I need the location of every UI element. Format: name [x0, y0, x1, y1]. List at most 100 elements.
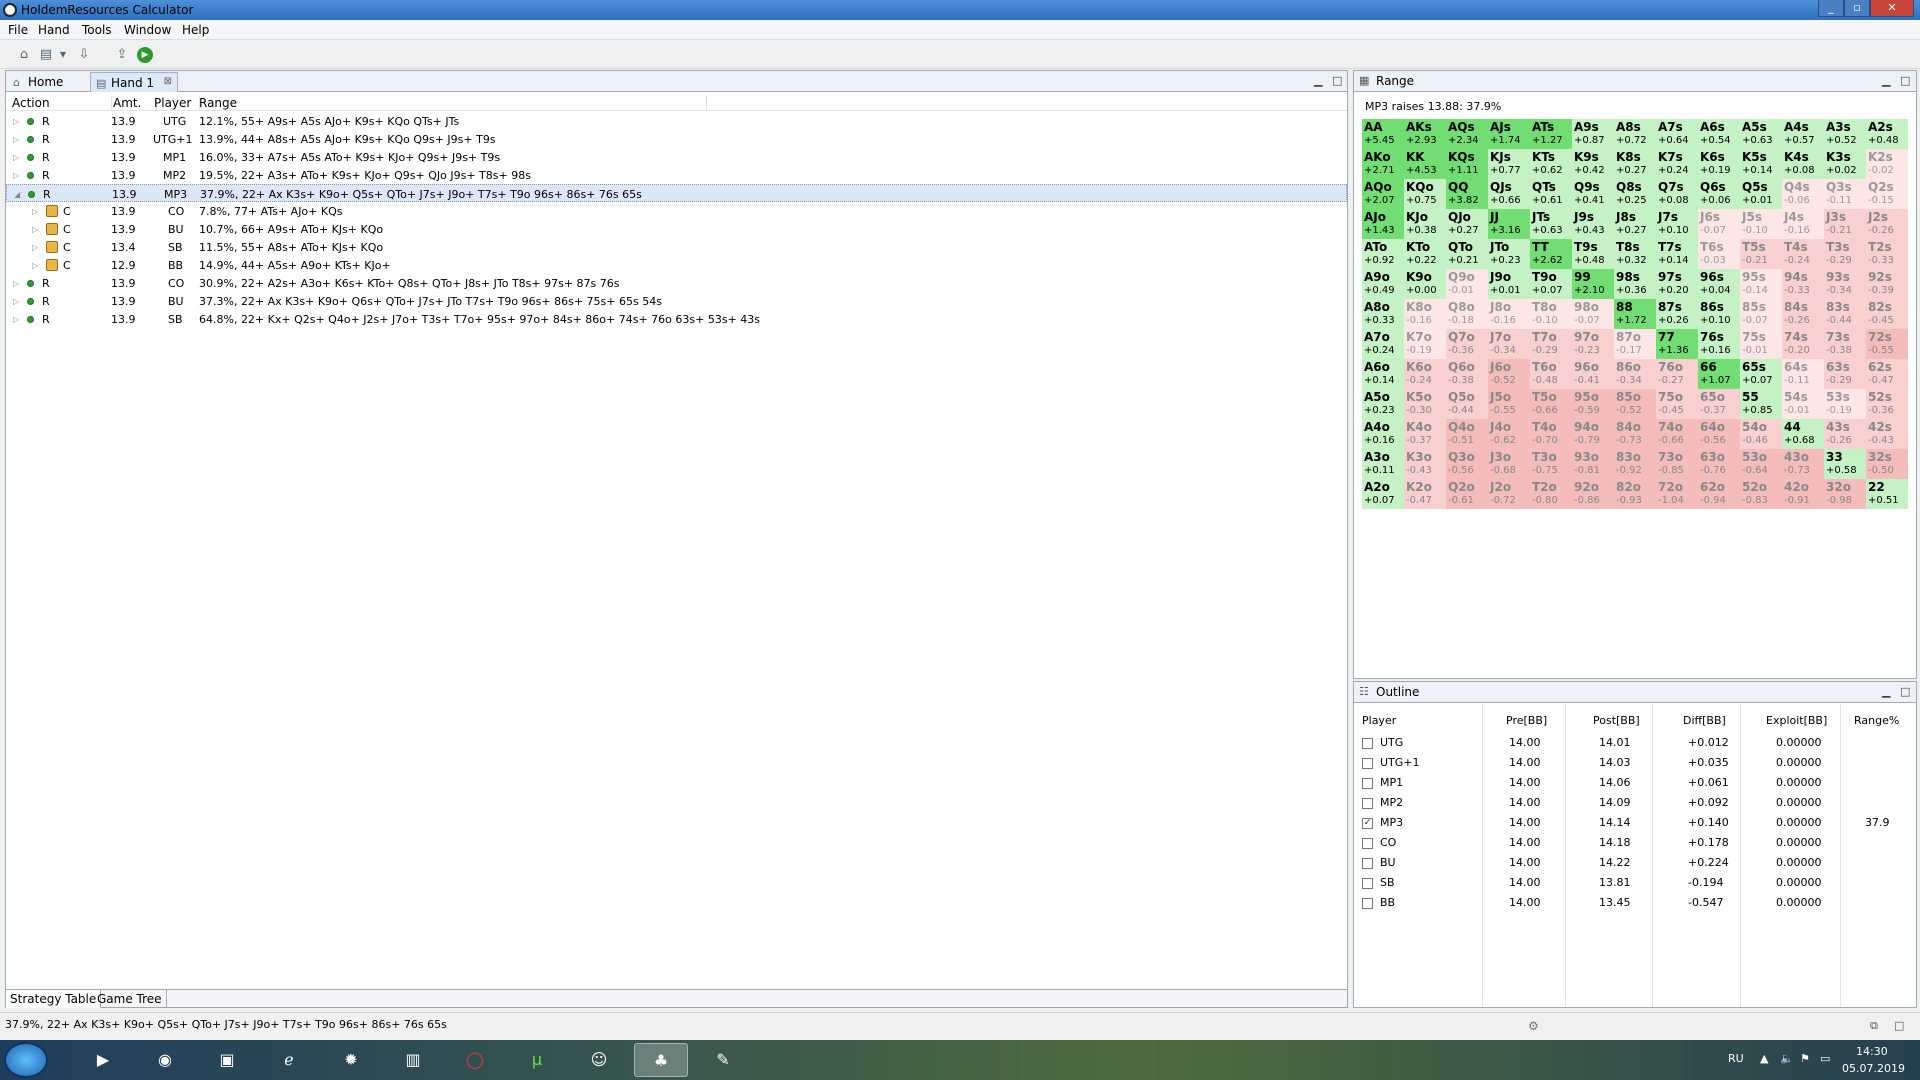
hand-cell[interactable]: T7s +0.14	[1656, 239, 1698, 269]
hand-cell[interactable]: QJo +0.27	[1446, 209, 1488, 239]
hand-cell[interactable]: 62s -0.47	[1866, 359, 1908, 389]
hand-cell[interactable]: J9s +0.43	[1572, 209, 1614, 239]
hand-cell[interactable]: 54s -0.01	[1782, 389, 1824, 419]
minimize-button[interactable]: _	[1818, 0, 1844, 17]
hand-cell[interactable]: 92s -0.39	[1866, 269, 1908, 299]
hand-cell[interactable]: J8o -0.16	[1488, 299, 1530, 329]
hand-cell[interactable]: T8s +0.32	[1614, 239, 1656, 269]
hand-cell[interactable]: A6s +0.54	[1698, 119, 1740, 149]
hand-cell[interactable]: 95s -0.14	[1740, 269, 1782, 299]
hand-cell[interactable]: K4o -0.37	[1404, 419, 1446, 449]
home-icon[interactable]: ⌂	[16, 47, 32, 63]
hand-cell[interactable]: T8o -0.10	[1530, 299, 1572, 329]
col-player[interactable]: Player	[154, 96, 200, 111]
hand-cell[interactable]: AJo +1.43	[1362, 209, 1404, 239]
hand-cell[interactable]: 88 +1.72	[1614, 299, 1656, 329]
hand-cell[interactable]: J5s -0.10	[1740, 209, 1782, 239]
hand-cell[interactable]: 72o -1.04	[1656, 479, 1698, 509]
expand-arrow-icon[interactable]: ▷	[13, 117, 19, 126]
hand-cell[interactable]: 86o -0.34	[1614, 359, 1656, 389]
hand-cell[interactable]: K3s +0.02	[1824, 149, 1866, 179]
clock-time[interactable]: 14:30	[1856, 1045, 1888, 1058]
table-row[interactable]: ▷ C 13.9 CO 7.8%, 77+ ATs+ AJo+ KQs	[6, 202, 1347, 220]
hand-cell[interactable]: 42s -0.43	[1866, 419, 1908, 449]
minimize-pane-icon[interactable]: ▁	[1882, 685, 1890, 698]
table-row[interactable]: ◢ R 13.9 MP3 37.9%, 22+ Ax K3s+ K9o+ Q5s+ QT…	[6, 184, 1347, 202]
outline-row[interactable]: UTG 14.00 14.01 +0.012 0.00000	[1354, 733, 1916, 753]
hand-cell[interactable]: T7o -0.29	[1530, 329, 1572, 359]
hand-cell[interactable]: 94s -0.33	[1782, 269, 1824, 299]
outline-row[interactable]: MP2 14.00 14.09 +0.092 0.00000	[1354, 793, 1916, 813]
hand-cell[interactable]: 62o -0.94	[1698, 479, 1740, 509]
player-checkbox[interactable]	[1362, 778, 1373, 789]
expand-arrow-icon[interactable]: ▷	[13, 135, 19, 144]
col-range-pct[interactable]: Range%	[1854, 714, 1899, 727]
export-icon[interactable]: ⇪	[114, 47, 130, 63]
hand-cell[interactable]: J5o -0.55	[1488, 389, 1530, 419]
hand-cell[interactable]: Q6o -0.38	[1446, 359, 1488, 389]
hand-cell[interactable]: 66 +1.07	[1698, 359, 1740, 389]
hand-cell[interactable]: AQs +2.34	[1446, 119, 1488, 149]
hand-cell[interactable]: 85o -0.52	[1614, 389, 1656, 419]
hand-cell[interactable]: J6o -0.52	[1488, 359, 1530, 389]
hand-cell[interactable]: Q9s +0.41	[1572, 179, 1614, 209]
tray-arrow-icon[interactable]: ▲	[1760, 1052, 1768, 1065]
hand-cell[interactable]: Q6s +0.06	[1698, 179, 1740, 209]
hand-cell[interactable]: KJs +0.77	[1488, 149, 1530, 179]
run-icon[interactable]: ▶	[137, 47, 153, 63]
hand-cell[interactable]: 32o -0.98	[1824, 479, 1866, 509]
hand-cell[interactable]: 52s -0.36	[1866, 389, 1908, 419]
hand-cell[interactable]: 32s -0.50	[1866, 449, 1908, 479]
hand-cell[interactable]: 52o -0.83	[1740, 479, 1782, 509]
hand-cell[interactable]: J2s -0.26	[1866, 209, 1908, 239]
hand-cell[interactable]: 82o -0.93	[1614, 479, 1656, 509]
hand-cell[interactable]: 86s +0.10	[1698, 299, 1740, 329]
table-row[interactable]: ▷ C 13.4 SB 11.5%, 55+ A8s+ ATo+ KJs+ KQo	[6, 238, 1347, 256]
col-post[interactable]: Post[BB]	[1593, 714, 1640, 727]
hand-cell[interactable]: J6s -0.07	[1698, 209, 1740, 239]
hand-cell[interactable]: K8o -0.16	[1404, 299, 1446, 329]
clock-date[interactable]: 05.07.2019	[1842, 1062, 1905, 1075]
hand-cell[interactable]: J3s -0.21	[1824, 209, 1866, 239]
table-row[interactable]: ▷ C 12.9 BB 14.9%, 44+ A5s+ A9o+ KTs+ KJo+	[6, 256, 1347, 274]
hand-cell[interactable]: A8s +0.72	[1614, 119, 1656, 149]
hand-cell[interactable]: 98s +0.36	[1614, 269, 1656, 299]
expand-arrow-icon[interactable]: ▷	[13, 315, 19, 324]
hand-cell[interactable]: KTs +0.62	[1530, 149, 1572, 179]
ie-icon[interactable]: ℯ	[262, 1043, 316, 1077]
hand-cell[interactable]: 43o -0.73	[1782, 449, 1824, 479]
hand-cell[interactable]: Q3s -0.11	[1824, 179, 1866, 209]
flag-icon[interactable]: ⚑	[1800, 1052, 1810, 1065]
hand-cell[interactable]: 97o -0.23	[1572, 329, 1614, 359]
hand-cell[interactable]: 99 +2.10	[1572, 269, 1614, 299]
close-button[interactable]: ✕	[1870, 0, 1914, 17]
hand-cell[interactable]: J7s +0.10	[1656, 209, 1698, 239]
outline-row[interactable]: UTG+1 14.00 14.03 +0.035 0.00000	[1354, 753, 1916, 773]
hand-cell[interactable]: 85s -0.07	[1740, 299, 1782, 329]
open-icon[interactable]: ⇩	[76, 47, 92, 63]
hand-cell[interactable]: AKo +2.71	[1362, 149, 1404, 179]
hand-cell[interactable]: J8s +0.27	[1614, 209, 1656, 239]
hand-cell[interactable]: 96s +0.04	[1698, 269, 1740, 299]
start-button[interactable]	[4, 1042, 48, 1078]
hand-cell[interactable]: 75s -0.01	[1740, 329, 1782, 359]
expand-arrow-icon[interactable]: ▷	[13, 153, 19, 162]
table-row[interactable]: ▷ R 13.9 CO 30.9%, 22+ A2s+ A3o+ K6s+ KTo+ Q…	[6, 274, 1347, 292]
table-row[interactable]: ▷ R 13.9 BU 37.3%, 22+ Ax K3s+ K9o+ Q6s+ QTo…	[6, 292, 1347, 310]
hand-cell[interactable]: AKs +2.93	[1404, 119, 1446, 149]
hand-cell[interactable]: 55 +0.85	[1740, 389, 1782, 419]
player-checkbox[interactable]	[1362, 858, 1373, 869]
hand-cell[interactable]: 83o -0.92	[1614, 449, 1656, 479]
hand-cell[interactable]: 93o -0.81	[1572, 449, 1614, 479]
hand-cell[interactable]: J3o -0.68	[1488, 449, 1530, 479]
hand-cell[interactable]: K9o +0.00	[1404, 269, 1446, 299]
player-checkbox[interactable]	[1362, 798, 1373, 809]
col-player[interactable]: Player	[1362, 714, 1396, 727]
hand-cell[interactable]: 98o -0.07	[1572, 299, 1614, 329]
hand-cell[interactable]: 54o -0.46	[1740, 419, 1782, 449]
hand-cell[interactable]: K7s +0.24	[1656, 149, 1698, 179]
hand-cell[interactable]: 73o -0.85	[1656, 449, 1698, 479]
explorer-icon[interactable]: ▣	[200, 1043, 254, 1077]
tab-hand-1[interactable]: ▤ Hand 1 ⊠	[90, 72, 178, 92]
hand-cell[interactable]: K6s +0.19	[1698, 149, 1740, 179]
